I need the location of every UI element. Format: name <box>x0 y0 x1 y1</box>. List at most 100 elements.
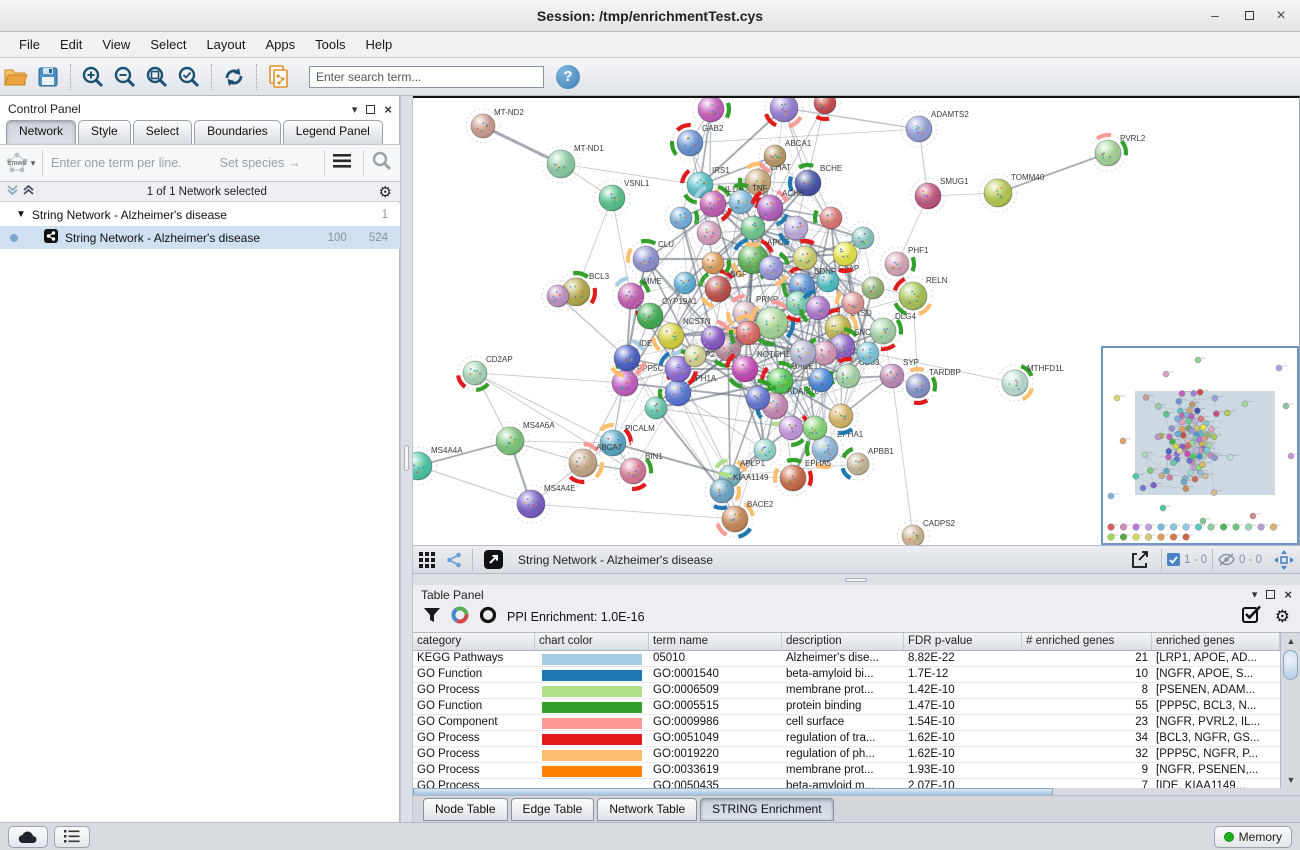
column-header-description[interactable]: description <box>782 633 904 650</box>
refresh-icon[interactable] <box>218 62 250 92</box>
network-from-selection-icon[interactable] <box>263 62 295 92</box>
string-options-icon[interactable] <box>333 154 351 173</box>
tab-node-table[interactable]: Node Table <box>423 798 508 821</box>
menu-tools[interactable]: Tools <box>306 34 354 55</box>
menu-layout[interactable]: Layout <box>197 34 254 55</box>
network-node-g5[interactable] <box>815 202 847 234</box>
enrichment-chart-icon[interactable] <box>451 606 469 629</box>
panel-menu-icon[interactable]: ▾ <box>1252 588 1258 601</box>
collapse-all-icon[interactable] <box>6 184 19 199</box>
vertical-splitter-grip[interactable] <box>404 445 409 471</box>
zoom-out-icon[interactable] <box>109 62 141 92</box>
column-header-category[interactable]: category <box>413 633 535 650</box>
panel-menu-icon[interactable]: ▾ <box>352 103 358 116</box>
column-header-term-name[interactable]: term name <box>649 633 782 650</box>
export-network-icon[interactable] <box>1124 545 1156 575</box>
save-session-button[interactable] <box>32 62 64 92</box>
species-selector[interactable]: Set species → <box>220 156 301 170</box>
tab-style[interactable]: Style <box>78 120 131 144</box>
search-input[interactable] <box>309 66 544 88</box>
memory-button[interactable]: Memory <box>1214 826 1292 848</box>
network-node-MT-ND1[interactable]: MT-ND1 <box>542 144 604 183</box>
network-node-g2[interactable] <box>692 216 726 250</box>
tab-edge-table[interactable]: Edge Table <box>511 798 595 821</box>
column-header--enriched-genes[interactable]: # enriched genes <box>1022 633 1152 650</box>
minimize-button[interactable]: – <box>1202 6 1228 26</box>
tab-select[interactable]: Select <box>133 120 192 144</box>
zoom-selected-icon[interactable] <box>173 62 205 92</box>
table-row[interactable]: GO ProcessGO:0050435beta-amyloid m...2.0… <box>413 779 1280 788</box>
network-node-MT-ND2[interactable]: MT-ND2 <box>466 108 524 143</box>
table-horizontal-scrollbar[interactable] <box>413 788 1300 795</box>
network-node-BIN1[interactable]: BIN1 <box>615 452 663 489</box>
help-icon[interactable]: ? <box>556 65 580 89</box>
menu-help[interactable]: Help <box>357 34 402 55</box>
maximize-button[interactable] <box>1236 6 1262 26</box>
select-columns-icon[interactable] <box>1242 605 1261 629</box>
open-session-button[interactable] <box>0 62 32 92</box>
tab-network[interactable]: Network <box>6 120 76 144</box>
network-options-gear-icon[interactable]: ⚙ <box>379 183 392 201</box>
tab-boundaries[interactable]: Boundaries <box>194 120 281 144</box>
network-node-MS4A4E[interactable]: MS4A4E <box>512 484 576 523</box>
filter-icon[interactable] <box>423 606 441 629</box>
float-panel-icon[interactable] <box>1266 590 1275 599</box>
birdseye-toggle-icon[interactable] <box>1268 545 1300 575</box>
network-canvas[interactable]: MT-ND2MT-ND1VSNL1GAB2ADAMTS2PVRL2TOMM40S… <box>413 96 1300 545</box>
scrollbar-thumb[interactable] <box>1283 650 1298 680</box>
string-search-icon[interactable] <box>372 151 392 176</box>
birdseye-view[interactable] <box>1101 346 1299 545</box>
open-in-browser-icon[interactable] <box>478 545 508 575</box>
network-node-PHF1[interactable]: PHF1 <box>880 246 929 281</box>
network-node-VSNL1[interactable]: VSNL1 <box>594 179 650 216</box>
network-node-f2[interactable] <box>765 98 803 127</box>
menu-edit[interactable]: Edit <box>51 34 91 55</box>
table-row[interactable]: GO ProcessGO:0051049regulation of tra...… <box>413 731 1280 747</box>
network-share-icon[interactable] <box>441 545 467 575</box>
table-vertical-scrollbar[interactable]: ▲ ▼ <box>1280 633 1300 788</box>
network-node-MS4A6A[interactable]: MS4A6A <box>491 421 555 460</box>
menu-view[interactable]: View <box>93 34 139 55</box>
network-node-APBB1[interactable]: APBB1 <box>842 447 894 480</box>
network-node-ABCA7[interactable]: ABCA7 <box>564 443 623 482</box>
table-row[interactable]: GO FunctionGO:0001540beta-amyloid bi...1… <box>413 667 1280 683</box>
network-node-SMUG1[interactable]: SMUG1 <box>910 177 969 214</box>
menu-file[interactable]: File <box>10 34 49 55</box>
zoom-fit-icon[interactable] <box>141 62 173 92</box>
zoom-in-icon[interactable] <box>77 62 109 92</box>
tab-string-enrichment[interactable]: STRING Enrichment <box>700 798 833 821</box>
network-node-TARDBP[interactable]: TARDBP <box>901 368 961 403</box>
task-history-icon[interactable] <box>54 826 90 848</box>
table-row[interactable]: GO ProcessGO:0033619membrane prot...1.93… <box>413 763 1280 779</box>
network-node-TOMM40[interactable]: TOMM40 <box>979 173 1045 212</box>
table-row[interactable]: KEGG Pathways05010Alzheimer's dise...8.8… <box>413 651 1280 667</box>
cloud-tasks-button[interactable] <box>8 826 48 848</box>
collection-expander-icon[interactable]: ▼ <box>16 209 26 220</box>
close-panel-icon[interactable]: × <box>1284 587 1292 602</box>
string-logo[interactable]: STRING ▾ <box>0 151 40 175</box>
network-collection-row[interactable]: ▼ String Network - Alzheimer's disease 1 <box>0 203 400 226</box>
network-node-MTHFD1L[interactable]: MTHFD1L <box>997 364 1064 401</box>
network-node-EPHA5[interactable]: EPHA5 <box>775 459 832 496</box>
network-node-ADAMTS2[interactable]: ADAMTS2 <box>901 110 969 147</box>
network-row[interactable]: String Network - Alzheimer's disease 100… <box>0 226 400 249</box>
tab-legend-panel[interactable]: Legend Panel <box>283 120 383 144</box>
table-row[interactable]: GO FunctionGO:0005515protein binding1.47… <box>413 699 1280 715</box>
ring-chart-icon[interactable] <box>479 606 497 629</box>
column-header-enriched-genes[interactable]: enriched genes <box>1152 633 1280 650</box>
close-panel-icon[interactable]: × <box>384 102 392 117</box>
network-node-CD2AP[interactable]: CD2AP <box>458 355 513 390</box>
horizontal-splitter-grip[interactable] <box>845 578 867 582</box>
network-node-CADPS2[interactable]: CADPS2 <box>897 519 956 545</box>
table-settings-gear-icon[interactable]: ⚙ <box>1275 607 1290 627</box>
tab-network-table[interactable]: Network Table <box>597 798 697 821</box>
network-node-RELN[interactable]: RELN <box>894 276 948 315</box>
grid-view-icon[interactable] <box>413 545 441 575</box>
column-header-chart-color[interactable]: chart color <box>535 633 649 650</box>
string-query-input[interactable]: Enter one term per line. <box>51 156 182 170</box>
float-panel-icon[interactable] <box>366 105 375 114</box>
menu-apps[interactable]: Apps <box>257 34 305 55</box>
menu-select[interactable]: Select <box>141 34 195 55</box>
network-node-PVRL2[interactable]: PVRL2 <box>1090 134 1146 171</box>
table-row[interactable]: GO ComponentGO:0009986cell surface1.54E-… <box>413 715 1280 731</box>
